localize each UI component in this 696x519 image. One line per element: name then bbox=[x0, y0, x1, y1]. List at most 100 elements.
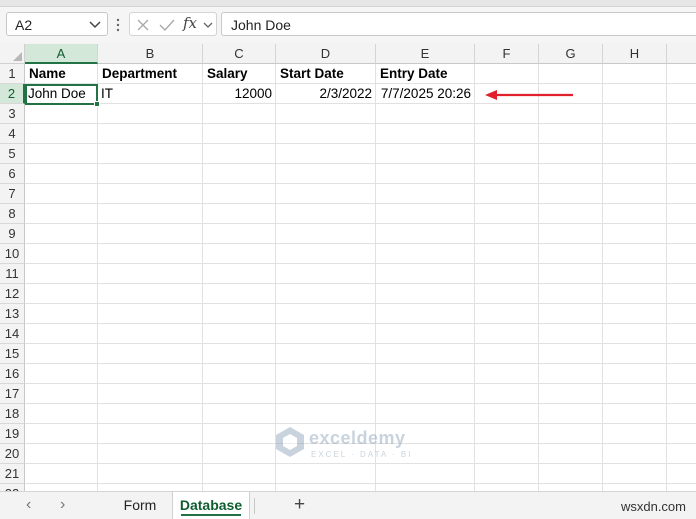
empty-cell[interactable] bbox=[376, 464, 475, 484]
empty-cell[interactable] bbox=[539, 444, 603, 464]
empty-cell[interactable] bbox=[475, 424, 539, 444]
empty-cell[interactable] bbox=[667, 164, 696, 184]
empty-cell[interactable] bbox=[539, 124, 603, 144]
cell-a2[interactable]: John Doe bbox=[25, 84, 98, 104]
cell-e2[interactable]: 7/7/2025 20:26 bbox=[376, 84, 475, 104]
empty-cell[interactable] bbox=[539, 304, 603, 324]
empty-cell[interactable] bbox=[98, 244, 203, 264]
empty-cell[interactable] bbox=[98, 164, 203, 184]
empty-cell[interactable] bbox=[376, 244, 475, 264]
empty-cell[interactable] bbox=[667, 84, 696, 104]
empty-cell[interactable] bbox=[667, 464, 696, 484]
empty-cell[interactable] bbox=[98, 364, 203, 384]
empty-cell[interactable] bbox=[475, 64, 539, 84]
empty-cell[interactable] bbox=[376, 344, 475, 364]
column-header-f[interactable]: F bbox=[475, 44, 539, 64]
empty-cell[interactable] bbox=[539, 184, 603, 204]
empty-cell[interactable] bbox=[475, 284, 539, 304]
empty-cell[interactable] bbox=[98, 144, 203, 164]
empty-cell[interactable] bbox=[539, 224, 603, 244]
empty-cell[interactable] bbox=[667, 324, 696, 344]
empty-cell[interactable] bbox=[603, 364, 667, 384]
empty-cell[interactable] bbox=[98, 304, 203, 324]
row-header-12[interactable]: 12 bbox=[0, 284, 25, 304]
row-header-16[interactable]: 16 bbox=[0, 364, 25, 384]
empty-cell[interactable] bbox=[475, 184, 539, 204]
empty-cell[interactable] bbox=[203, 124, 276, 144]
empty-cell[interactable] bbox=[376, 104, 475, 124]
empty-cell[interactable] bbox=[376, 484, 475, 491]
empty-cell[interactable] bbox=[98, 424, 203, 444]
empty-cell[interactable] bbox=[603, 384, 667, 404]
empty-cell[interactable] bbox=[667, 224, 696, 244]
row-header-1[interactable]: 1 bbox=[0, 64, 25, 84]
row-header-15[interactable]: 15 bbox=[0, 344, 25, 364]
row-header-19[interactable]: 19 bbox=[0, 424, 25, 444]
empty-cell[interactable] bbox=[98, 284, 203, 304]
empty-cell[interactable] bbox=[475, 244, 539, 264]
empty-cell[interactable] bbox=[203, 344, 276, 364]
empty-cell[interactable] bbox=[276, 204, 376, 224]
empty-cell[interactable] bbox=[276, 184, 376, 204]
empty-cell[interactable] bbox=[25, 324, 98, 344]
empty-cell[interactable] bbox=[25, 284, 98, 304]
empty-cell[interactable] bbox=[376, 144, 475, 164]
empty-cell[interactable] bbox=[475, 444, 539, 464]
empty-cell[interactable] bbox=[376, 384, 475, 404]
select-all-corner[interactable] bbox=[0, 44, 25, 64]
empty-cell[interactable] bbox=[276, 384, 376, 404]
confirm-check-icon[interactable] bbox=[159, 18, 175, 32]
empty-cell[interactable] bbox=[25, 304, 98, 324]
empty-cell[interactable] bbox=[667, 204, 696, 224]
empty-cell[interactable] bbox=[98, 124, 203, 144]
insert-function-icon[interactable]: fx bbox=[183, 14, 197, 32]
empty-cell[interactable] bbox=[539, 464, 603, 484]
formula-input[interactable]: John Doe bbox=[221, 12, 696, 36]
empty-cell[interactable] bbox=[376, 324, 475, 344]
empty-cell[interactable] bbox=[667, 144, 696, 164]
empty-cell[interactable] bbox=[203, 224, 276, 244]
empty-cell[interactable] bbox=[667, 124, 696, 144]
empty-cell[interactable] bbox=[539, 384, 603, 404]
column-header-g[interactable]: G bbox=[539, 44, 603, 64]
row-header-18[interactable]: 18 bbox=[0, 404, 25, 424]
empty-cell[interactable] bbox=[98, 184, 203, 204]
empty-cell[interactable] bbox=[203, 424, 276, 444]
empty-cell[interactable] bbox=[203, 304, 276, 324]
empty-cell[interactable] bbox=[276, 324, 376, 344]
empty-cell[interactable] bbox=[376, 224, 475, 244]
add-sheet-button[interactable]: + bbox=[294, 494, 305, 516]
empty-cell[interactable] bbox=[539, 324, 603, 344]
empty-cell[interactable] bbox=[98, 224, 203, 244]
empty-cell[interactable] bbox=[667, 64, 696, 84]
row-header-13[interactable]: 13 bbox=[0, 304, 25, 324]
empty-cell[interactable] bbox=[25, 464, 98, 484]
empty-cell[interactable] bbox=[376, 284, 475, 304]
empty-cell[interactable] bbox=[203, 204, 276, 224]
row-header-8[interactable]: 8 bbox=[0, 204, 25, 224]
empty-cell[interactable] bbox=[475, 124, 539, 144]
empty-cell[interactable] bbox=[276, 284, 376, 304]
empty-cell[interactable] bbox=[25, 264, 98, 284]
empty-cell[interactable] bbox=[376, 304, 475, 324]
empty-cell[interactable] bbox=[276, 404, 376, 424]
empty-cell[interactable] bbox=[25, 124, 98, 144]
empty-cell[interactable] bbox=[539, 424, 603, 444]
empty-cell[interactable] bbox=[276, 144, 376, 164]
empty-cell[interactable] bbox=[603, 144, 667, 164]
empty-cell[interactable] bbox=[98, 384, 203, 404]
empty-cell[interactable] bbox=[603, 324, 667, 344]
empty-cell[interactable] bbox=[667, 264, 696, 284]
chevron-down-icon[interactable] bbox=[202, 18, 214, 32]
empty-cell[interactable] bbox=[475, 104, 539, 124]
cell-e1[interactable]: Entry Date bbox=[376, 64, 475, 84]
empty-cell[interactable] bbox=[376, 124, 475, 144]
row-header-14[interactable]: 14 bbox=[0, 324, 25, 344]
empty-cell[interactable] bbox=[25, 104, 98, 124]
empty-cell[interactable] bbox=[539, 164, 603, 184]
empty-cell[interactable] bbox=[603, 484, 667, 491]
empty-cell[interactable] bbox=[203, 104, 276, 124]
empty-cell[interactable] bbox=[603, 444, 667, 464]
column-header-a[interactable]: A bbox=[25, 44, 98, 64]
row-header-4[interactable]: 4 bbox=[0, 124, 25, 144]
